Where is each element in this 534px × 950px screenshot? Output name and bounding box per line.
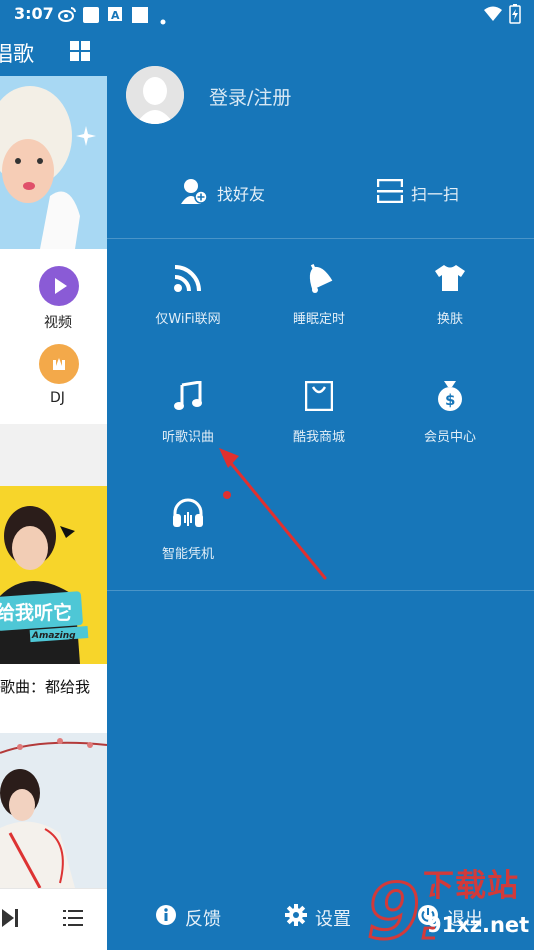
settings-button[interactable]: 设置 [285, 904, 351, 931]
notification-square-icon [82, 6, 100, 28]
mini-player-bar [0, 888, 107, 950]
settings-label: 设置 [315, 908, 351, 930]
dj-label: DJ [50, 390, 65, 406]
status-bar: 3:07 A [0, 0, 534, 28]
side-drawer: 登录/注册 找好友 扫一扫 仅WiFi联网 睡眠定时 换肤 听歌识曲 酷我商城 … [107, 28, 534, 950]
watermark-domain: 91xz.net [427, 913, 530, 937]
top-banner-image[interactable] [0, 76, 107, 249]
background-app-title: 唱歌 [0, 42, 34, 66]
annotation-arrow [219, 448, 327, 580]
promo-banner-tag: Amazing [32, 631, 76, 641]
battery-icon [509, 4, 521, 28]
playlist-icon[interactable] [63, 909, 83, 931]
status-time: 3:07 [14, 4, 54, 23]
video-icon[interactable] [39, 266, 79, 306]
promo-banner-text: 给我听它 [0, 602, 73, 624]
background-app: 唱歌 视频 DJ 给我听它 Amazing 歌曲：都给我 [0, 28, 107, 950]
section-gap [0, 424, 107, 486]
promo-banner-image[interactable]: 给我听它 Amazing [0, 486, 107, 664]
quick-entry-panel: 视频 DJ [0, 249, 107, 424]
dj-icon[interactable] [39, 344, 79, 384]
song-title[interactable]: 歌曲：都给我 [0, 676, 90, 697]
svg-text:A: A [111, 9, 120, 22]
dot-icon [160, 10, 166, 29]
notification-square-icon-2 [132, 6, 150, 28]
wifi-signal-icon [484, 6, 502, 26]
a-icon: A [108, 6, 122, 26]
feedback-button[interactable]: 反馈 [155, 904, 221, 931]
gear-icon [285, 904, 307, 931]
feedback-label: 反馈 [185, 908, 221, 930]
background-app-header: 唱歌 [0, 28, 107, 76]
site-watermark: 91 下载站 91xz.net [365, 858, 534, 950]
video-label: 视频 [44, 315, 72, 331]
grid-menu-icon[interactable] [70, 41, 90, 65]
weibo-icon [58, 6, 76, 26]
watermark-brand: 下载站 [423, 868, 519, 904]
artist-banner-image[interactable] [0, 733, 107, 888]
info-icon [155, 904, 177, 931]
next-track-icon[interactable] [2, 909, 18, 931]
